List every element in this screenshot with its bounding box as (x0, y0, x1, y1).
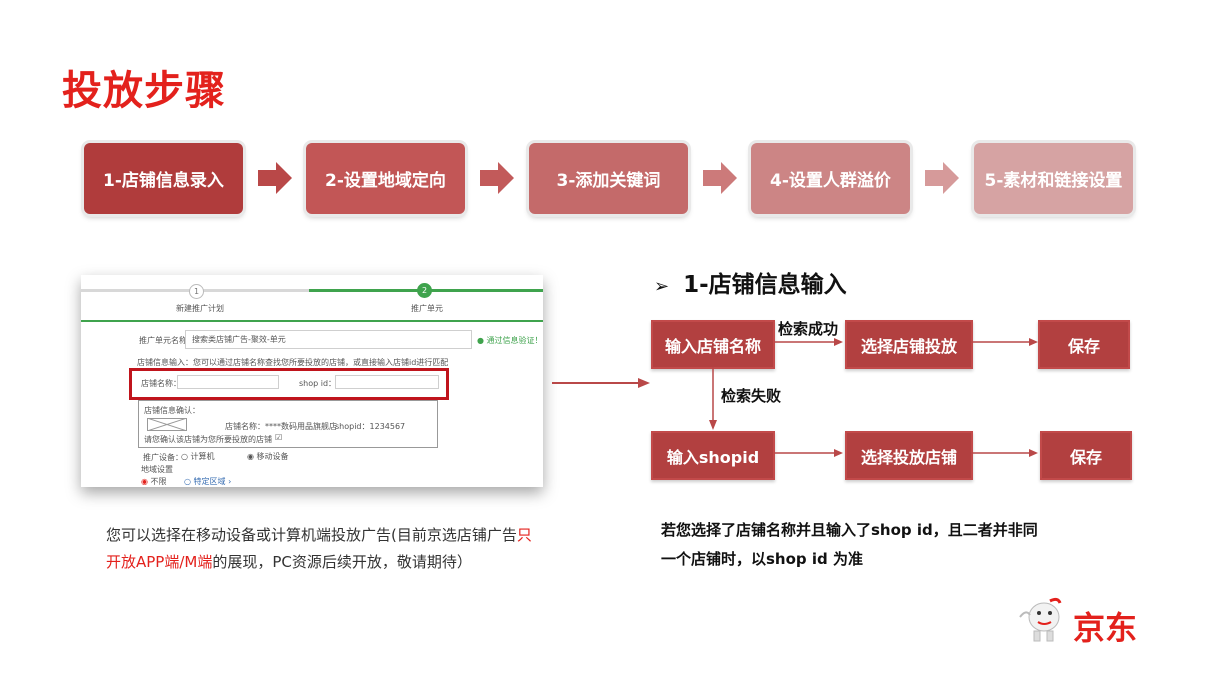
step-5-label: 5-素材和链接设置 (984, 171, 1123, 191)
flow-heading: ➢ 1-店铺信息输入 (654, 265, 847, 299)
device-label: 推广设备： (143, 453, 183, 462)
flow-box-select-store: 选择店铺投放 (845, 320, 973, 369)
form-screenshot: 1 2 新建推广计划 推广单元 推广单元名称： 搜索类店铺广告-聚效-单元 ● … (81, 275, 543, 487)
store-name-label: 店铺名称： (141, 379, 181, 388)
step-2: 2-设置地域定向 (306, 143, 465, 214)
flow-arrow-icon (971, 338, 1038, 346)
device-pc-label: 计算机 (190, 452, 215, 461)
step-label-2: 推广单元 (411, 304, 443, 313)
header-divider (81, 320, 543, 322)
shop-id-input[interactable] (335, 375, 439, 389)
radio-selected-icon: ◉ (141, 477, 148, 486)
note-left: 您可以选择在移动设备或计算机端投放广告(目前京选店铺广告只开放APP端/M端的展… (106, 522, 546, 576)
check-icon: ● (477, 336, 484, 345)
connector-arrow-icon (552, 378, 650, 388)
step-3-label: 3-添加关键词 (556, 171, 661, 191)
step-1-label: 1-店铺信息录入 (103, 171, 224, 191)
step-5: 5-素材和链接设置 (974, 143, 1133, 214)
flow-arrow-icon (774, 449, 843, 457)
flow-box-save-1: 保存 (1038, 320, 1130, 369)
step-3: 3-添加关键词 (529, 143, 688, 214)
confirm-title: 店铺信息确认： (144, 406, 200, 415)
step-4: 4-设置人群溢价 (751, 143, 910, 214)
flow-arrow-icon (971, 449, 1038, 457)
device-mobile-label: 移动设备 (256, 452, 289, 461)
store-name-result: 店铺名称：****数码用品旗舰店 (225, 422, 337, 431)
verify-status: ● 通过信息验证！ (477, 335, 543, 346)
store-image-placeholder (147, 418, 187, 431)
step-arrow-icon (925, 162, 959, 194)
note-left-part1: 您可以选择在移动设备或计算机端投放广告(目前京选店铺广告 (106, 526, 517, 544)
region-label: 地域设置 (141, 465, 173, 474)
confirm-check-text: 请您确认该店铺为您所要投放的店铺 (144, 435, 272, 444)
store-confirm-panel: 店铺信息确认： 店铺名称：****数码用品旗舰店 shopid：1234567 … (138, 400, 438, 448)
flow-heading-text: 1-店铺信息输入 (683, 272, 847, 298)
step-2-label: 2-设置地域定向 (325, 171, 446, 191)
flow-box-shopid: 输入shopid (651, 431, 775, 480)
flow-down-arrow-icon (709, 367, 717, 430)
flow-box-select-store-2: 选择投放店铺 (845, 431, 973, 480)
flow-box-store-name: 输入店铺名称 (651, 320, 775, 369)
step-circle-2: 2 (417, 283, 432, 298)
flow-box-save-2: 保存 (1040, 431, 1132, 480)
step-label-1: 新建推广计划 (176, 304, 224, 313)
confirm-checkbox[interactable]: ☑ (275, 433, 282, 442)
unit-name-value: 搜索类店铺广告-聚效-单元 (192, 335, 286, 344)
flow-arrow-icon (774, 338, 843, 346)
step-arrow-icon (480, 162, 514, 194)
verify-text: 通过信息验证！ (486, 336, 543, 345)
region-specific-label: 特定区域 › (193, 477, 232, 486)
step-circle-1: 1 (189, 284, 204, 299)
step-arrow-icon (258, 162, 292, 194)
note-right-line2: 一个店铺时，以shop id 为准 (661, 550, 863, 568)
step-arrow-icon (703, 162, 737, 194)
region-none-label: 不限 (150, 477, 167, 486)
bullet-arrow-icon: ➢ (654, 276, 670, 297)
label-search-fail: 检索失败 (721, 387, 782, 405)
step-4-label: 4-设置人群溢价 (770, 171, 891, 191)
region-specific-radio[interactable]: ○ 特定区域 › (184, 476, 231, 487)
region-none-radio[interactable]: ◉ 不限 (141, 476, 167, 487)
jd-logo-text: 京东 (1073, 609, 1138, 647)
page-title: 投放步骤 (62, 68, 226, 114)
jd-mascot-icon (1019, 597, 1062, 642)
note-left-part2: 的展现，PC资源后续开放，敬请期待） (212, 553, 472, 571)
shop-id-label: shop id： (299, 379, 337, 388)
store-name-input[interactable] (177, 375, 279, 389)
note-right: 若您选择了店铺名称并且输入了shop id，且二者并非同 一个店铺时，以shop… (661, 516, 1038, 574)
shop-id-result: shopid：1234567 (335, 422, 406, 431)
note-right-line1: 若您选择了店铺名称并且输入了shop id，且二者并非同 (661, 521, 1038, 539)
info-hint: 店铺信息输入：您可以通过店铺名称查找您所要投放的店铺，或直接输入店铺id进行匹配 (137, 358, 449, 367)
unit-name-input[interactable]: 搜索类店铺广告-聚效-单元 (185, 330, 472, 349)
device-mobile-radio[interactable]: ◉ 移动设备 (247, 451, 289, 462)
step-1: 1-店铺信息录入 (84, 143, 243, 214)
device-pc-radio[interactable]: ○ 计算机 (181, 451, 215, 462)
